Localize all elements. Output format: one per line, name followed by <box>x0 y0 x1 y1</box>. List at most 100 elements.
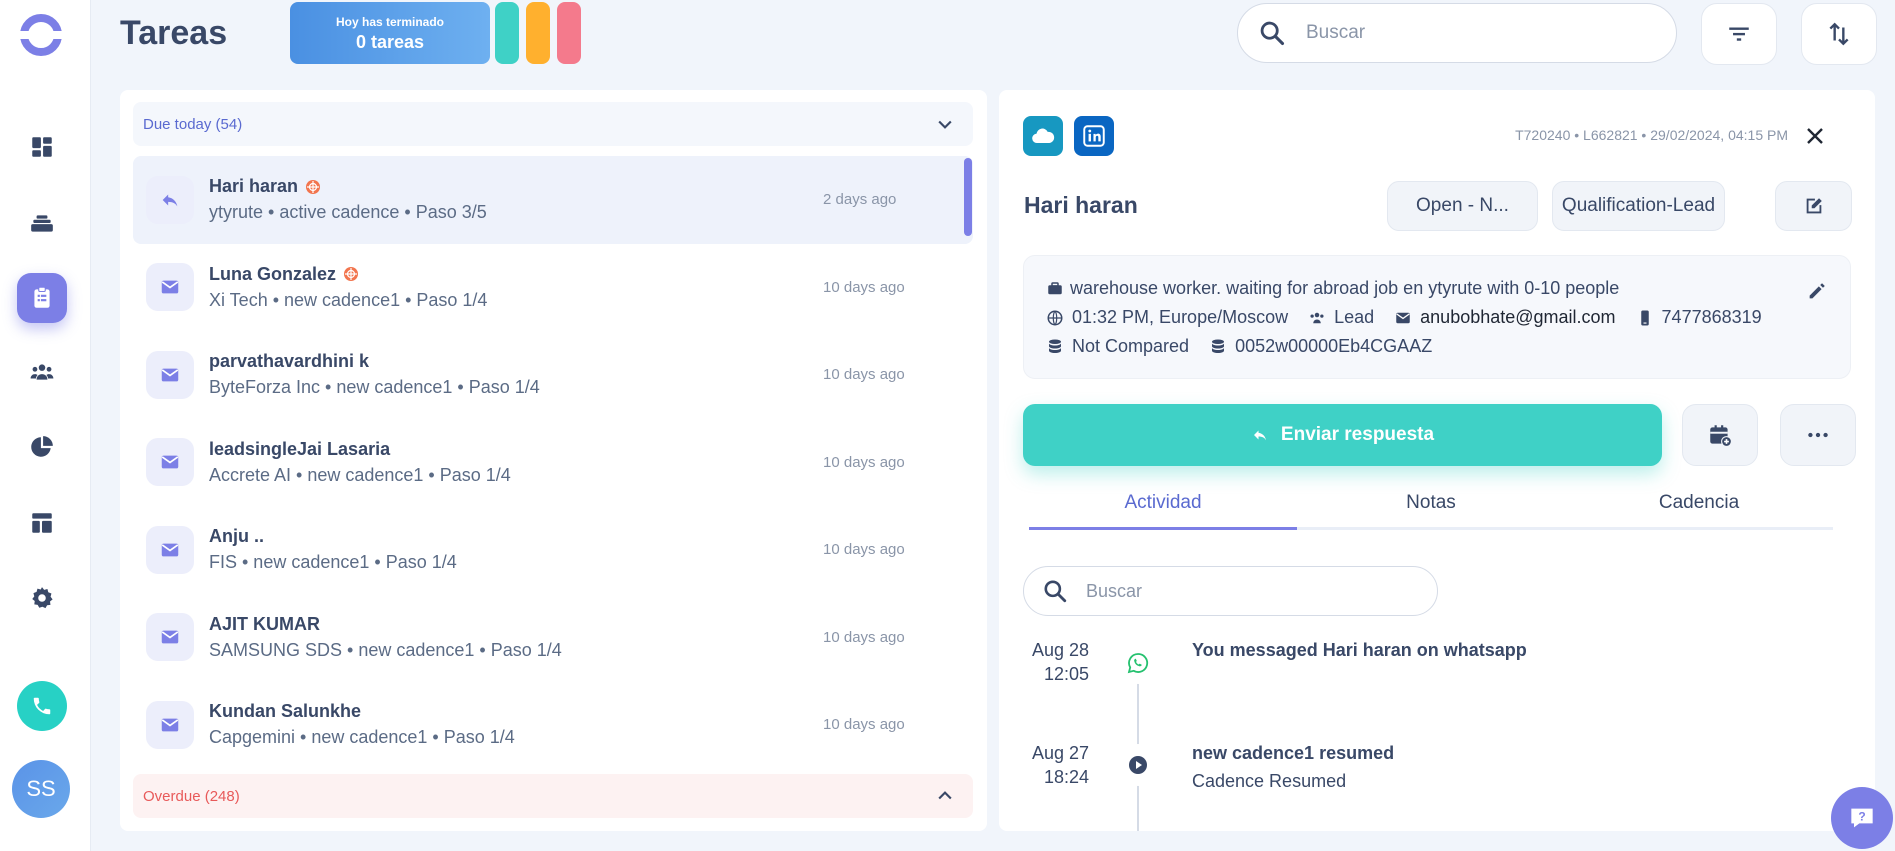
task-row[interactable]: Hari haran ytyrute • active cadence • Pa… <box>133 156 973 244</box>
lead-crm-id: 0052w00000Eb4CGAAZ <box>1235 336 1433 356</box>
lead-email[interactable]: anubobhate@gmail.com <box>1420 307 1615 328</box>
globe-icon <box>1047 310 1063 325</box>
task-type-badge <box>146 438 194 487</box>
filter-pill-pink[interactable] <box>557 2 581 64</box>
task-details: Xi Tech • new cadence1 • Paso 1/4 <box>209 289 488 310</box>
task-details: FIS • new cadence1 • Paso 1/4 <box>209 552 457 573</box>
edit-lead-button[interactable] <box>1775 181 1852 231</box>
lead-detail-panel: T720240 • L662821 • 29/02/2024, 04:15 PM… <box>999 90 1875 831</box>
task-type-badge <box>146 175 194 224</box>
task-time: 10 days ago <box>823 628 905 646</box>
activity-date: Aug 28 <box>1031 640 1089 660</box>
phone-button[interactable] <box>17 681 67 731</box>
lead-contact-line: 01:32 PM, Europe/Moscow Lead anubobhate@… <box>1046 307 1776 328</box>
page-title: Tareas <box>120 14 228 52</box>
avatar[interactable]: SS <box>12 760 70 818</box>
task-details: ByteForza Inc • new cadence1 • Paso 1/4 <box>209 377 540 398</box>
pencil-icon[interactable] <box>1806 280 1828 302</box>
task-lead-name: Kundan Salunkhe <box>209 701 362 722</box>
task-row[interactable]: Kundan Salunkhe Capgemini • new cadence1… <box>133 681 973 769</box>
task-row[interactable]: Anju .. FIS • new cadence1 • Paso 1/4 10… <box>133 506 973 594</box>
task-type-badge <box>146 613 194 662</box>
dashboard-icon[interactable] <box>22 127 62 167</box>
people-icon[interactable] <box>22 352 62 392</box>
tab-actividad[interactable]: Actividad <box>1029 492 1297 530</box>
sort-icon <box>1829 22 1849 46</box>
filter-button[interactable] <box>1701 3 1777 65</box>
help-chat-icon: ? <box>1851 808 1873 828</box>
activity-search[interactable] <box>1023 566 1438 616</box>
sidebar: SS <box>0 0 91 851</box>
chevron-down-icon[interactable] <box>935 114 955 134</box>
send-reply-button[interactable]: Enviar respuesta <box>1023 404 1662 466</box>
task-row[interactable]: AJIT KUMAR SAMSUNG SDS • new cadence1 • … <box>133 594 973 682</box>
lead-status-button[interactable]: Open - N... <box>1387 181 1538 231</box>
close-icon[interactable] <box>1803 124 1827 148</box>
help-chat-button[interactable]: ? <box>1831 787 1893 849</box>
hot-lead-icon <box>344 267 359 282</box>
chevron-up-icon[interactable] <box>935 786 955 806</box>
pie-chart-icon[interactable] <box>22 427 62 467</box>
tasks-icon[interactable] <box>17 273 67 323</box>
more-options-button[interactable] <box>1780 404 1856 466</box>
layout-icon[interactable] <box>22 503 62 543</box>
task-row[interactable]: parvathavardhini k ByteForza Inc • new c… <box>133 331 973 419</box>
summary-caption: Hoy has terminado <box>335 15 445 29</box>
task-details: ytyrute • active cadence • Paso 3/5 <box>209 202 487 223</box>
activity-subtitle: Cadence Resumed <box>1192 771 1347 791</box>
tab-notas[interactable]: Notas <box>1297 492 1565 527</box>
layers-icon[interactable] <box>22 203 62 243</box>
salesforce-icon[interactable] <box>1023 116 1063 156</box>
task-type-badge <box>146 350 194 399</box>
lead-phone[interactable]: 7477868319 <box>1662 307 1762 328</box>
mail-icon <box>161 630 179 644</box>
reply-icon <box>162 194 178 207</box>
reply-icon <box>1253 430 1266 441</box>
task-time: 10 days ago <box>823 716 905 734</box>
lead-type-button[interactable]: Qualification-Lead <box>1552 181 1725 231</box>
completed-summary-card[interactable]: Hoy has terminado 0 tareas <box>290 2 490 64</box>
gear-icon[interactable] <box>22 578 62 618</box>
task-list-scrollbar[interactable] <box>964 158 972 236</box>
activity-title: You messaged Hari haran on whatsapp <box>1192 640 1527 660</box>
task-lead-name: Luna Gonzalez <box>209 263 337 284</box>
phone-icon <box>33 697 51 715</box>
linkedin-icon[interactable] <box>1074 116 1114 156</box>
activity-time: 12:05 <box>1043 664 1089 684</box>
app-logo[interactable] <box>18 12 64 58</box>
task-row[interactable]: leadsingleJai Lasaria Accrete AI • new c… <box>133 419 973 507</box>
task-time: 10 days ago <box>823 278 905 296</box>
activity-icon-holder <box>1117 642 1159 684</box>
activity-search-input[interactable] <box>1086 580 1386 602</box>
whatsapp-icon <box>1127 653 1149 674</box>
filter-pill-teal[interactable] <box>495 2 519 64</box>
filter-pill-orange[interactable] <box>526 2 550 64</box>
people-icon <box>1310 312 1324 323</box>
tab-cadencia[interactable]: Cadencia <box>1565 492 1833 527</box>
summary-count: 0 tareas <box>355 32 425 52</box>
task-details: SAMSUNG SDS • new cadence1 • Paso 1/4 <box>209 639 562 660</box>
play-icon <box>1129 756 1147 774</box>
task-time: 10 days ago <box>823 366 905 384</box>
mobile-icon <box>1640 310 1649 325</box>
task-search[interactable] <box>1237 3 1677 63</box>
send-reply-label: Enviar respuesta <box>1280 424 1435 445</box>
lead-job-text: warehouse worker. waiting for abroad job… <box>1070 278 1620 298</box>
search-input[interactable] <box>1306 22 1626 44</box>
task-type-badge <box>146 700 194 749</box>
lead-name: Hari haran <box>1024 192 1138 218</box>
lead-local-time: 01:32 PM, Europe/Moscow <box>1072 307 1289 327</box>
search-icon <box>1044 580 1067 603</box>
schedule-button[interactable] <box>1682 404 1758 466</box>
mail-icon <box>161 543 179 557</box>
calendar-add-icon <box>1710 425 1732 447</box>
lead-job-line: warehouse worker. waiting for abroad job… <box>1046 278 1619 299</box>
task-time: 10 days ago <box>823 541 905 559</box>
task-row[interactable]: Luna Gonzalez Xi Tech • new cadence1 • P… <box>133 244 973 332</box>
svg-text:?: ? <box>1858 810 1865 824</box>
task-type-badge <box>146 525 194 574</box>
overdue-group-header[interactable]: Overdue (248) <box>133 774 973 818</box>
due-today-group-header[interactable]: Due today (54) <box>133 102 973 146</box>
sort-button[interactable] <box>1801 3 1877 65</box>
detail-tabs: Actividad Notas Cadencia <box>1029 492 1833 530</box>
